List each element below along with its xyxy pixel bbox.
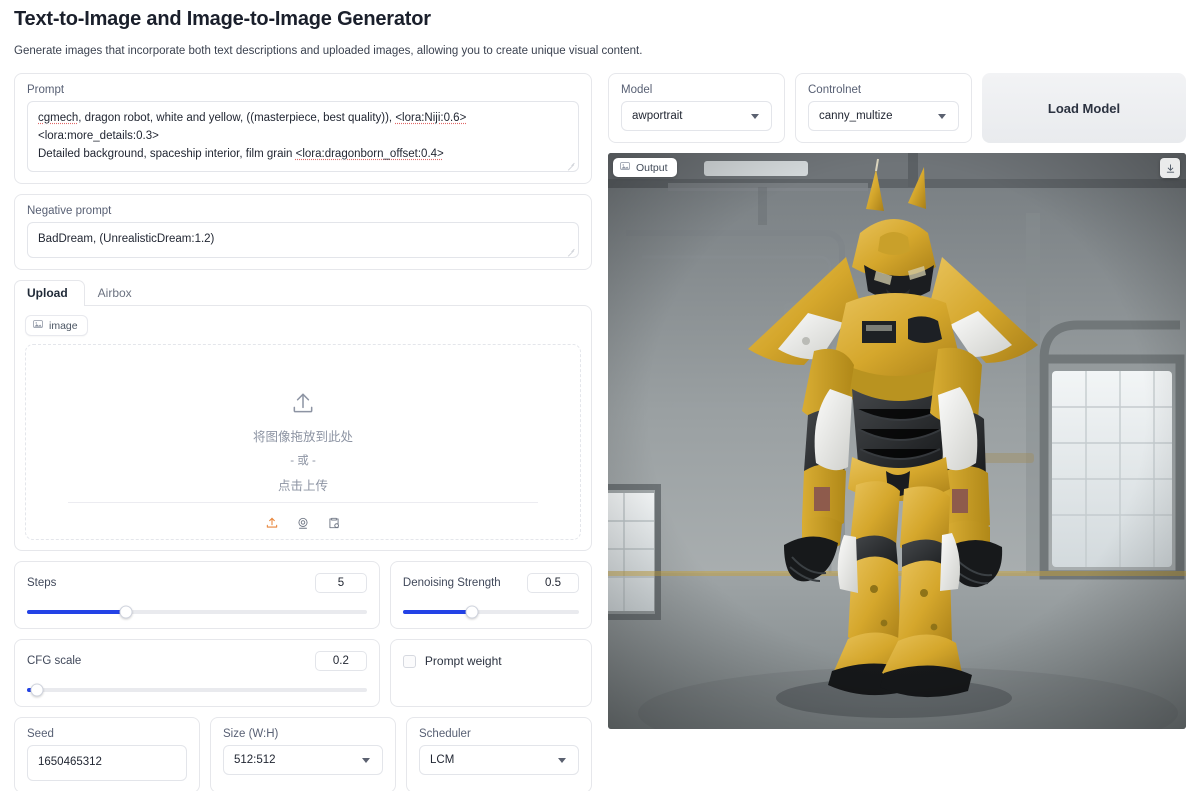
fields-row: Seed 1650465312 Size (W:H) 512:512 Sched… bbox=[14, 717, 592, 791]
prompt-token-cgmech: cgmech bbox=[38, 112, 78, 124]
load-model-button[interactable]: Load Model bbox=[982, 73, 1186, 143]
page-subtitle: Generate images that incorporate both te… bbox=[14, 31, 1186, 57]
scheduler-cell: Scheduler LCM bbox=[406, 717, 592, 791]
cfg-header: CFG scale 0.2 bbox=[27, 651, 367, 671]
prompt-resize-handle[interactable] bbox=[567, 161, 575, 169]
scheduler-label: Scheduler bbox=[407, 718, 591, 745]
image-icon bbox=[33, 319, 43, 332]
app-root: Text-to-Image and Image-to-Image Generat… bbox=[0, 0, 1200, 791]
tab-upload[interactable]: Upload bbox=[14, 280, 85, 306]
cfg-value-input[interactable]: 0.2 bbox=[315, 651, 367, 671]
page-title: Text-to-Image and Image-to-Image Generat… bbox=[14, 0, 1186, 31]
dropzone-divider bbox=[68, 502, 538, 503]
seed-cell: Seed 1650465312 bbox=[14, 717, 200, 791]
prompt-input[interactable]: cgmech, dragon robot, white and yellow, … bbox=[27, 101, 579, 172]
steps-value-input[interactable]: 5 bbox=[315, 573, 367, 593]
seed-label: Seed bbox=[15, 718, 199, 745]
prompt-lora-dragonborn: <lora:dragonborn_offset:0.4> bbox=[296, 148, 444, 160]
controlnet-cell: Controlnet canny_multize bbox=[795, 73, 972, 143]
prompt-weight-cell: Prompt weight bbox=[390, 639, 592, 707]
prompt-line1-tail: <lora:more_details:0.3> bbox=[38, 130, 159, 142]
image-chip-label: image bbox=[49, 320, 78, 332]
denoising-slider-knob[interactable] bbox=[465, 606, 478, 619]
denoising-label: Denoising Strength bbox=[403, 577, 501, 589]
sliders-row-1: Steps 5 Denoising Strength 0.5 bbox=[14, 561, 592, 629]
dropzone-drag-text: 将图像拖放到此处 bbox=[253, 426, 353, 445]
upload-tab-body: image 将图像拖放到此处 - 或 - 点击上传 bbox=[14, 305, 592, 551]
prompt-line2-text: Detailed background, spaceship interior,… bbox=[38, 148, 296, 160]
upload-icon[interactable] bbox=[265, 516, 279, 533]
image-chip: image bbox=[25, 315, 88, 336]
negative-prompt-value: BadDream, (UnrealisticDream:1.2) bbox=[38, 233, 214, 245]
tab-airbox[interactable]: Airbox bbox=[85, 280, 149, 306]
output-badge-label: Output bbox=[636, 162, 668, 174]
negative-prompt-input[interactable]: BadDream, (UnrealisticDream:1.2) bbox=[27, 222, 579, 258]
prompt-label: Prompt bbox=[15, 74, 591, 101]
size-label: Size (W:H) bbox=[211, 718, 395, 745]
cfg-slider-knob[interactable] bbox=[31, 684, 44, 697]
denoising-value-input[interactable]: 0.5 bbox=[527, 573, 579, 593]
cfg-slider-cell: CFG scale 0.2 bbox=[14, 639, 380, 707]
scheduler-select[interactable]: LCM bbox=[419, 745, 579, 775]
sliders-row-2: CFG scale 0.2 Prompt weight bbox=[14, 639, 592, 707]
chevron-down-icon bbox=[558, 758, 566, 763]
steps-slider[interactable] bbox=[27, 610, 367, 614]
left-column: Prompt cgmech, dragon robot, white and y… bbox=[14, 73, 592, 791]
image-dropzone[interactable]: 将图像拖放到此处 - 或 - 点击上传 bbox=[25, 344, 581, 540]
steps-header: Steps 5 bbox=[27, 573, 367, 593]
webcam-icon[interactable] bbox=[296, 516, 310, 533]
upload-arrow-icon bbox=[290, 390, 316, 419]
prompt-panel: Prompt cgmech, dragon robot, white and y… bbox=[14, 73, 592, 184]
size-select[interactable]: 512:512 bbox=[223, 745, 383, 775]
scheduler-select-value: LCM bbox=[430, 754, 454, 766]
download-icon[interactable] bbox=[1160, 158, 1180, 178]
negative-prompt-label: Negative prompt bbox=[15, 195, 591, 222]
paste-icon[interactable] bbox=[327, 516, 341, 533]
main-columns: Prompt cgmech, dragon robot, white and y… bbox=[14, 73, 1186, 791]
controlnet-label: Controlnet bbox=[796, 74, 971, 101]
dropzone-click-text: 点击上传 bbox=[278, 475, 328, 494]
size-select-value: 512:512 bbox=[234, 754, 276, 766]
dropzone-or-text: - 或 - bbox=[290, 452, 316, 468]
denoising-slider-cell: Denoising Strength 0.5 bbox=[390, 561, 592, 629]
prompt-line1-text: , dragon robot, white and yellow, ((mast… bbox=[78, 112, 395, 124]
cfg-label: CFG scale bbox=[27, 655, 81, 667]
denoising-slider[interactable] bbox=[403, 610, 579, 614]
chevron-down-icon bbox=[751, 114, 759, 119]
chevron-down-icon bbox=[938, 114, 946, 119]
denoising-slider-fill bbox=[403, 610, 472, 614]
image-icon bbox=[620, 161, 630, 174]
dropzone-tools bbox=[26, 516, 580, 533]
prompt-weight-checkbox-row[interactable]: Prompt weight bbox=[403, 654, 502, 668]
denoising-header: Denoising Strength 0.5 bbox=[403, 573, 579, 593]
upload-tabs-panel: Upload Airbox image 将图像拖放到此处 - 或 - 点击上传 bbox=[14, 280, 592, 551]
model-cell: Model awportrait bbox=[608, 73, 785, 143]
model-select[interactable]: awportrait bbox=[621, 101, 772, 131]
prompt-line-1: cgmech, dragon robot, white and yellow, … bbox=[38, 110, 568, 146]
negative-prompt-resize-handle[interactable] bbox=[567, 247, 575, 255]
seed-input[interactable]: 1650465312 bbox=[27, 745, 187, 781]
cfg-slider[interactable] bbox=[27, 688, 367, 692]
model-select-value: awportrait bbox=[632, 110, 683, 122]
steps-label: Steps bbox=[27, 577, 56, 589]
chevron-down-icon bbox=[362, 758, 370, 763]
steps-slider-fill bbox=[27, 610, 126, 614]
output-badge: Output bbox=[613, 158, 677, 177]
controlnet-select-value: canny_multize bbox=[819, 110, 893, 122]
controlnet-select[interactable]: canny_multize bbox=[808, 101, 959, 131]
steps-slider-cell: Steps 5 bbox=[14, 561, 380, 629]
negative-prompt-panel: Negative prompt BadDream, (UnrealisticDr… bbox=[14, 194, 592, 270]
right-column: Model awportrait Controlnet canny_multiz… bbox=[608, 73, 1186, 729]
size-cell: Size (W:H) 512:512 bbox=[210, 717, 396, 791]
prompt-lora-niji: <lora:Niji:0.6> bbox=[395, 112, 466, 124]
steps-slider-knob[interactable] bbox=[119, 606, 132, 619]
upload-tabbar: Upload Airbox bbox=[14, 280, 592, 306]
prompt-weight-label: Prompt weight bbox=[425, 654, 502, 668]
prompt-weight-checkbox[interactable] bbox=[403, 655, 416, 668]
output-image-panel: Output bbox=[608, 153, 1186, 729]
generated-image bbox=[608, 153, 1186, 729]
model-label: Model bbox=[609, 74, 784, 101]
prompt-line-2: Detailed background, spaceship interior,… bbox=[38, 146, 568, 164]
model-controls-row: Model awportrait Controlnet canny_multiz… bbox=[608, 73, 1186, 143]
